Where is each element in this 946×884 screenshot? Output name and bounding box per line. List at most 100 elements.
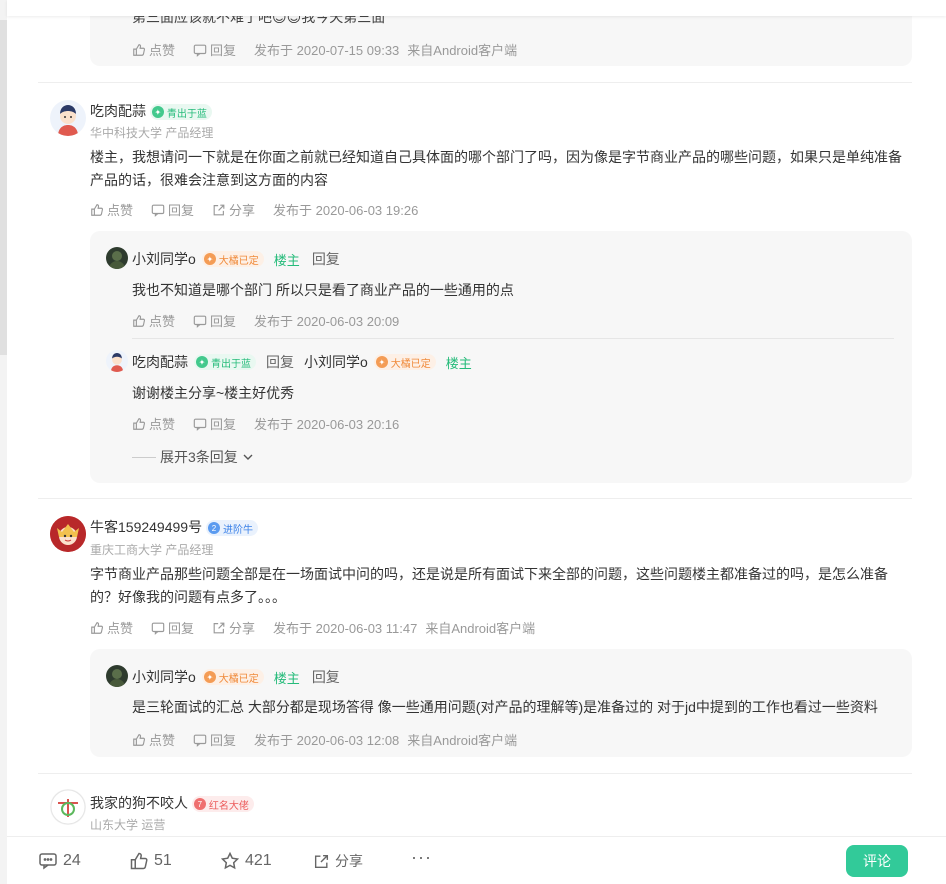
reply-link[interactable]: 回复 xyxy=(312,667,340,687)
left-scroll-area xyxy=(0,0,7,884)
reply-button[interactable]: 回复 xyxy=(151,200,194,219)
user-school: 华中科技大学 产品经理 xyxy=(90,126,214,140)
avatar[interactable] xyxy=(106,350,128,372)
user-photo-avatar-icon xyxy=(109,251,125,269)
thumbs-up-icon xyxy=(133,43,146,56)
level-icon: ✦ xyxy=(375,356,388,368)
left-scrollbar-thumb[interactable] xyxy=(0,20,7,355)
comment-actions: 点赞 回复 分享 发布于 2020-06-03 19:26 xyxy=(90,200,426,219)
user-name[interactable]: 吃肉配蒜 xyxy=(90,103,146,119)
like-label: 点赞 xyxy=(107,203,134,218)
badge-label: 大橘已定 xyxy=(218,255,259,267)
reply-divider xyxy=(132,338,894,339)
cartoon-user-avatar-icon xyxy=(110,353,124,372)
reply-text: 是三轮面试的汇总 大部分都是现场答得 像一些通用问题(对产品的理解等)是准备过的… xyxy=(132,699,878,715)
thumbs-up-icon xyxy=(91,203,104,216)
reply-box: 小刘同学o ✦ 大橘已定 楼主 回复 是三轮面试的汇总 大部分都是现场答得 像一些… xyxy=(90,649,912,757)
thumbs-up-icon xyxy=(130,852,148,870)
reply-actions: 点赞 回复 发布于 2020-06-03 12:08 来自Android客户端 xyxy=(132,730,517,749)
share-button[interactable]: 分享 xyxy=(212,200,255,219)
like-button[interactable]: 点赞 xyxy=(132,730,175,749)
reply-link[interactable]: 回复 xyxy=(312,249,340,269)
user-school: 重庆工商大学 产品经理 xyxy=(90,543,214,557)
reply-button[interactable]: 回复 xyxy=(193,414,236,433)
bottom-action-bar: 24 51 421 分享 ··· 评论 xyxy=(7,836,946,884)
expand-line xyxy=(132,456,156,458)
user-name-row: 牛客159249499号 2 进阶牛 xyxy=(90,517,258,537)
reply-time: 发布于 2020-06-03 20:09 xyxy=(254,314,400,329)
logo-avatar-icon xyxy=(50,789,86,825)
reply-button[interactable]: 回复 xyxy=(193,40,236,59)
level-badge: ✦ 青出于蓝 xyxy=(194,354,256,370)
divider xyxy=(38,82,912,83)
badge-label: 大橘已定 xyxy=(218,673,259,685)
reply-actions: 点赞 回复 发布于 2020-06-03 20:16 xyxy=(132,414,407,433)
comment-icon xyxy=(193,315,207,328)
reply-header: 小刘同学o ✦ 大橘已定 楼主 回复 xyxy=(132,249,340,269)
avatar[interactable] xyxy=(50,789,86,825)
avatar[interactable] xyxy=(106,665,128,687)
level-badge: ✦ 大橘已定 xyxy=(201,669,264,685)
comment-actions: 点赞 回复 分享 发布于 2020-06-03 11:47 来自Android客… xyxy=(90,618,535,637)
comment-icon xyxy=(193,44,207,57)
like-button[interactable]: 点赞 xyxy=(132,311,175,330)
reply-button[interactable]: 回复 xyxy=(193,730,236,749)
like-button[interactable]: 点赞 xyxy=(132,40,175,59)
level-badge: 2 进阶牛 xyxy=(205,520,258,537)
comment-icon xyxy=(151,622,165,635)
chevron-down-icon xyxy=(243,454,253,460)
like-label: 点赞 xyxy=(149,43,176,58)
write-comment-button[interactable]: 评论 xyxy=(846,845,908,877)
avatar[interactable] xyxy=(106,247,128,269)
thumbs-up-icon xyxy=(133,314,146,327)
reply-source: 来自Android客户端 xyxy=(407,733,518,748)
more-icon: ··· xyxy=(411,847,432,867)
share-label: 分享 xyxy=(335,853,363,869)
comment-text: 字节商业产品那些问题全部是在一场面试中问的吗，还是说是所有面试下来全部的问题，这… xyxy=(90,566,888,605)
comments-count-button[interactable]: 24 xyxy=(38,851,81,871)
level-icon: ✦ xyxy=(203,671,216,683)
reply-label: 回复 xyxy=(168,203,195,218)
post-source: 来自Android客户端 xyxy=(407,43,518,58)
reply-user-name[interactable]: 小刘同学o xyxy=(132,249,196,269)
reply-target-name[interactable]: 小刘同学o xyxy=(304,352,368,372)
share-button[interactable]: 分享 xyxy=(212,618,255,637)
reply-text: 谢谢楼主分享~楼主好优秀 xyxy=(132,385,295,401)
comment-icon xyxy=(193,418,207,431)
share-button[interactable]: 分享 xyxy=(313,851,363,871)
user-name[interactable]: 我家的狗不咬人 xyxy=(90,795,188,811)
mascot-avatar-icon xyxy=(50,516,86,552)
top-header-bar xyxy=(7,0,946,16)
comment-icon xyxy=(151,204,165,217)
like-button[interactable]: 点赞 xyxy=(132,414,175,433)
cartoon-user-avatar-icon xyxy=(58,105,78,136)
like-button[interactable]: 点赞 xyxy=(90,200,133,219)
reply-word: 回复 xyxy=(266,354,294,370)
comment-icon xyxy=(39,853,57,870)
reply-header: 吃肉配蒜 ✦ 青出于蓝 回复 小刘同学o ✦ 大橘已定 楼主 xyxy=(132,352,472,372)
badge-label: 进阶牛 xyxy=(222,524,253,536)
reply-button[interactable]: 回复 xyxy=(151,618,194,637)
favorite-button[interactable]: 421 xyxy=(220,851,272,871)
reply-button[interactable]: 回复 xyxy=(193,311,236,330)
avatar[interactable] xyxy=(50,100,86,136)
reply-user-name[interactable]: 吃肉配蒜 xyxy=(132,352,188,372)
level-badge: ✦ 青出于蓝 xyxy=(149,104,212,121)
reply-user-name[interactable]: 小刘同学o xyxy=(132,667,196,687)
star-icon xyxy=(220,851,240,870)
user-name-row: 吃肉配蒜 ✦ 青出于蓝 xyxy=(90,101,212,121)
user-name[interactable]: 牛客159249499号 xyxy=(90,519,202,535)
more-options-button[interactable]: ··· xyxy=(411,847,432,868)
expand-replies-button[interactable]: 展开3条回复 xyxy=(132,447,255,467)
like-label: 点赞 xyxy=(149,733,176,748)
avatar[interactable] xyxy=(50,516,86,552)
comment-source: 来自Android客户端 xyxy=(425,621,536,636)
thumbs-up-icon xyxy=(91,621,104,634)
like-count-button[interactable]: 51 xyxy=(129,851,172,871)
comment-time: 发布于 2020-06-03 11:47 xyxy=(273,621,418,636)
comment-text: 楼主，我想请问一下就是在你面之前就已经知道自己具体面的哪个部门了吗，因为像是字节… xyxy=(90,149,902,188)
expand-label: 展开3条回复 xyxy=(160,449,238,465)
reply-time: 发布于 2020-06-03 12:08 xyxy=(254,733,400,748)
badge-label: 大橘已定 xyxy=(390,358,431,370)
like-button[interactable]: 点赞 xyxy=(90,618,133,637)
